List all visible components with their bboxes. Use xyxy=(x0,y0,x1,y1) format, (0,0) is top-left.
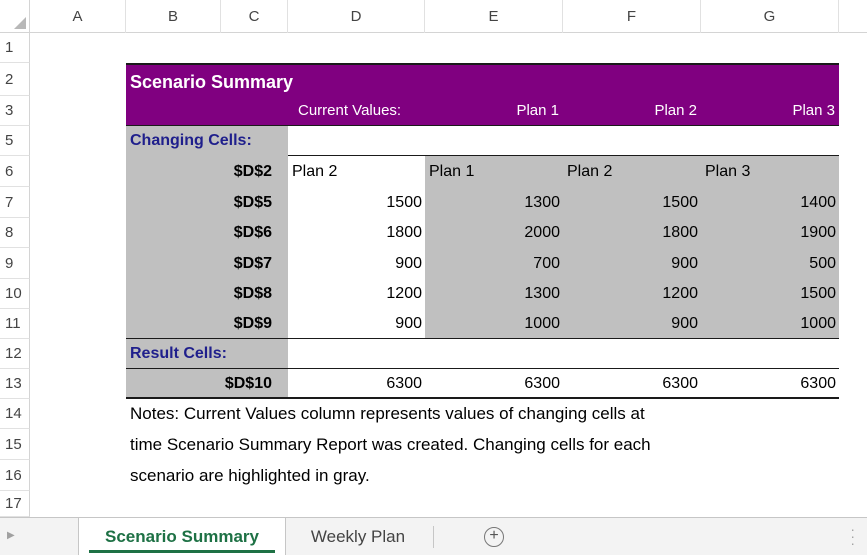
changing-ref-d2[interactable]: $D$2 xyxy=(126,156,288,187)
row-header-15[interactable]: 15 xyxy=(0,429,30,460)
changing-ref-d7[interactable]: $D$7 xyxy=(126,248,288,279)
row-header-14[interactable]: 14 xyxy=(0,399,30,429)
row-header-3[interactable]: 3 xyxy=(0,96,30,126)
column-header-a[interactable]: A xyxy=(30,0,126,33)
row-header-1[interactable]: 1 xyxy=(0,33,30,63)
plan-1-value-d10[interactable]: 6300 xyxy=(425,369,563,399)
current-value-d10[interactable]: 6300 xyxy=(288,369,425,399)
row-header-9[interactable]: 9 xyxy=(0,248,30,279)
column-header-e[interactable]: E xyxy=(425,0,563,33)
plan-2-value-d10[interactable]: 6300 xyxy=(563,369,701,399)
sheet-tab-weekly-plan[interactable]: Weekly Plan xyxy=(290,518,426,555)
changing-cells-label[interactable]: Changing Cells: xyxy=(126,126,288,156)
result-ref-d10[interactable]: $D$10 xyxy=(126,369,288,399)
plan-3-value-d10[interactable]: 6300 xyxy=(701,369,839,399)
current-value-d6[interactable]: 1800 xyxy=(288,218,425,248)
plan-1-value-d6[interactable]: 2000 xyxy=(425,218,563,248)
sheet-tab-scenario-summary[interactable]: Scenario Summary xyxy=(78,518,286,555)
report-title[interactable]: Scenario Summary xyxy=(126,63,839,96)
current-value-d8[interactable]: 1200 xyxy=(288,279,425,309)
column-header-f[interactable]: F xyxy=(563,0,701,33)
plan-3-value-d6[interactable]: 1900 xyxy=(701,218,839,248)
row-header-17[interactable]: 17 xyxy=(0,491,30,517)
row-header-5[interactable]: 5 xyxy=(0,126,30,156)
plan-2-header[interactable]: Plan 2 xyxy=(563,96,701,126)
plan-2-value-d2[interactable]: Plan 2 xyxy=(563,156,701,187)
plan-2-value-d6[interactable]: 1800 xyxy=(563,218,701,248)
row-header-2[interactable]: 2 xyxy=(0,63,30,96)
row-header-6[interactable]: 6 xyxy=(0,156,30,187)
plan-2-value-d7[interactable]: 900 xyxy=(563,248,701,279)
current-value-d7[interactable]: 900 xyxy=(288,248,425,279)
spreadsheet-grid[interactable]: A B C D E F G 1 2 3 5 6 7 8 9 10 11 12 1… xyxy=(0,0,867,517)
plan-2-value-d5[interactable]: 1500 xyxy=(563,187,701,218)
column-header-g[interactable]: G xyxy=(701,0,839,33)
header-blank-cell[interactable] xyxy=(126,96,288,126)
current-value-d9[interactable]: 900 xyxy=(288,309,425,339)
plan-3-header[interactable]: Plan 3 xyxy=(701,96,839,126)
row-header-13[interactable]: 13 xyxy=(0,369,30,399)
changing-ref-d9[interactable]: $D$9 xyxy=(126,309,288,339)
scroll-tabs-left-icon[interactable]: ▶ xyxy=(7,530,15,541)
plan-1-value-d7[interactable]: 700 xyxy=(425,248,563,279)
tab-separator xyxy=(433,526,434,548)
select-all-triangle-icon xyxy=(14,17,26,29)
plan-2-value-d9[interactable]: 900 xyxy=(563,309,701,339)
plan-1-value-d8[interactable]: 1300 xyxy=(425,279,563,309)
column-header-b[interactable]: B xyxy=(126,0,221,33)
plus-circle-icon[interactable]: + xyxy=(484,527,504,547)
column-header-bar: A B C D E F G xyxy=(0,0,867,33)
plan-1-value-d5[interactable]: 1300 xyxy=(425,187,563,218)
plan-2-value-d8[interactable]: 1200 xyxy=(563,279,701,309)
row-header-11[interactable]: 11 xyxy=(0,309,30,339)
row-header-10[interactable]: 10 xyxy=(0,279,30,309)
plan-1-value-d9[interactable]: 1000 xyxy=(425,309,563,339)
plan-3-value-d9[interactable]: 1000 xyxy=(701,309,839,339)
changing-ref-d8[interactable]: $D$8 xyxy=(126,279,288,309)
more-options-icon[interactable]: · · · xyxy=(850,522,855,550)
current-value-d5[interactable]: 1500 xyxy=(288,187,425,218)
plan-3-value-d2[interactable]: Plan 3 xyxy=(701,156,839,187)
result-cells-label[interactable]: Result Cells: xyxy=(126,339,288,369)
changing-ref-d6[interactable]: $D$6 xyxy=(126,218,288,248)
current-values-header[interactable]: Current Values: xyxy=(288,96,425,126)
plan-1-value-d2[interactable]: Plan 1 xyxy=(425,156,563,187)
column-header-c[interactable]: C xyxy=(221,0,288,33)
plan-3-value-d5[interactable]: 1400 xyxy=(701,187,839,218)
row-header-7[interactable]: 7 xyxy=(0,187,30,218)
plan-1-header[interactable]: Plan 1 xyxy=(425,96,563,126)
notes-line-2[interactable]: time Scenario Summary Report was created… xyxy=(126,429,839,460)
plan-3-value-d8[interactable]: 1500 xyxy=(701,279,839,309)
row-header-12[interactable]: 12 xyxy=(0,339,30,369)
row-header-16[interactable]: 16 xyxy=(0,460,30,491)
sheet-tab-bar: ▶ Scenario Summary Weekly Plan + · · · xyxy=(0,517,867,555)
select-all-corner[interactable] xyxy=(0,0,30,33)
notes-line-3[interactable]: scenario are highlighted in gray. xyxy=(126,460,839,491)
column-header-d[interactable]: D xyxy=(288,0,425,33)
notes-line-1[interactable]: Notes: Current Values column represents … xyxy=(126,399,839,429)
row-header-8[interactable]: 8 xyxy=(0,218,30,248)
plan-3-value-d7[interactable]: 500 xyxy=(701,248,839,279)
changing-ref-d5[interactable]: $D$5 xyxy=(126,187,288,218)
current-value-d2[interactable]: Plan 2 xyxy=(288,156,425,187)
